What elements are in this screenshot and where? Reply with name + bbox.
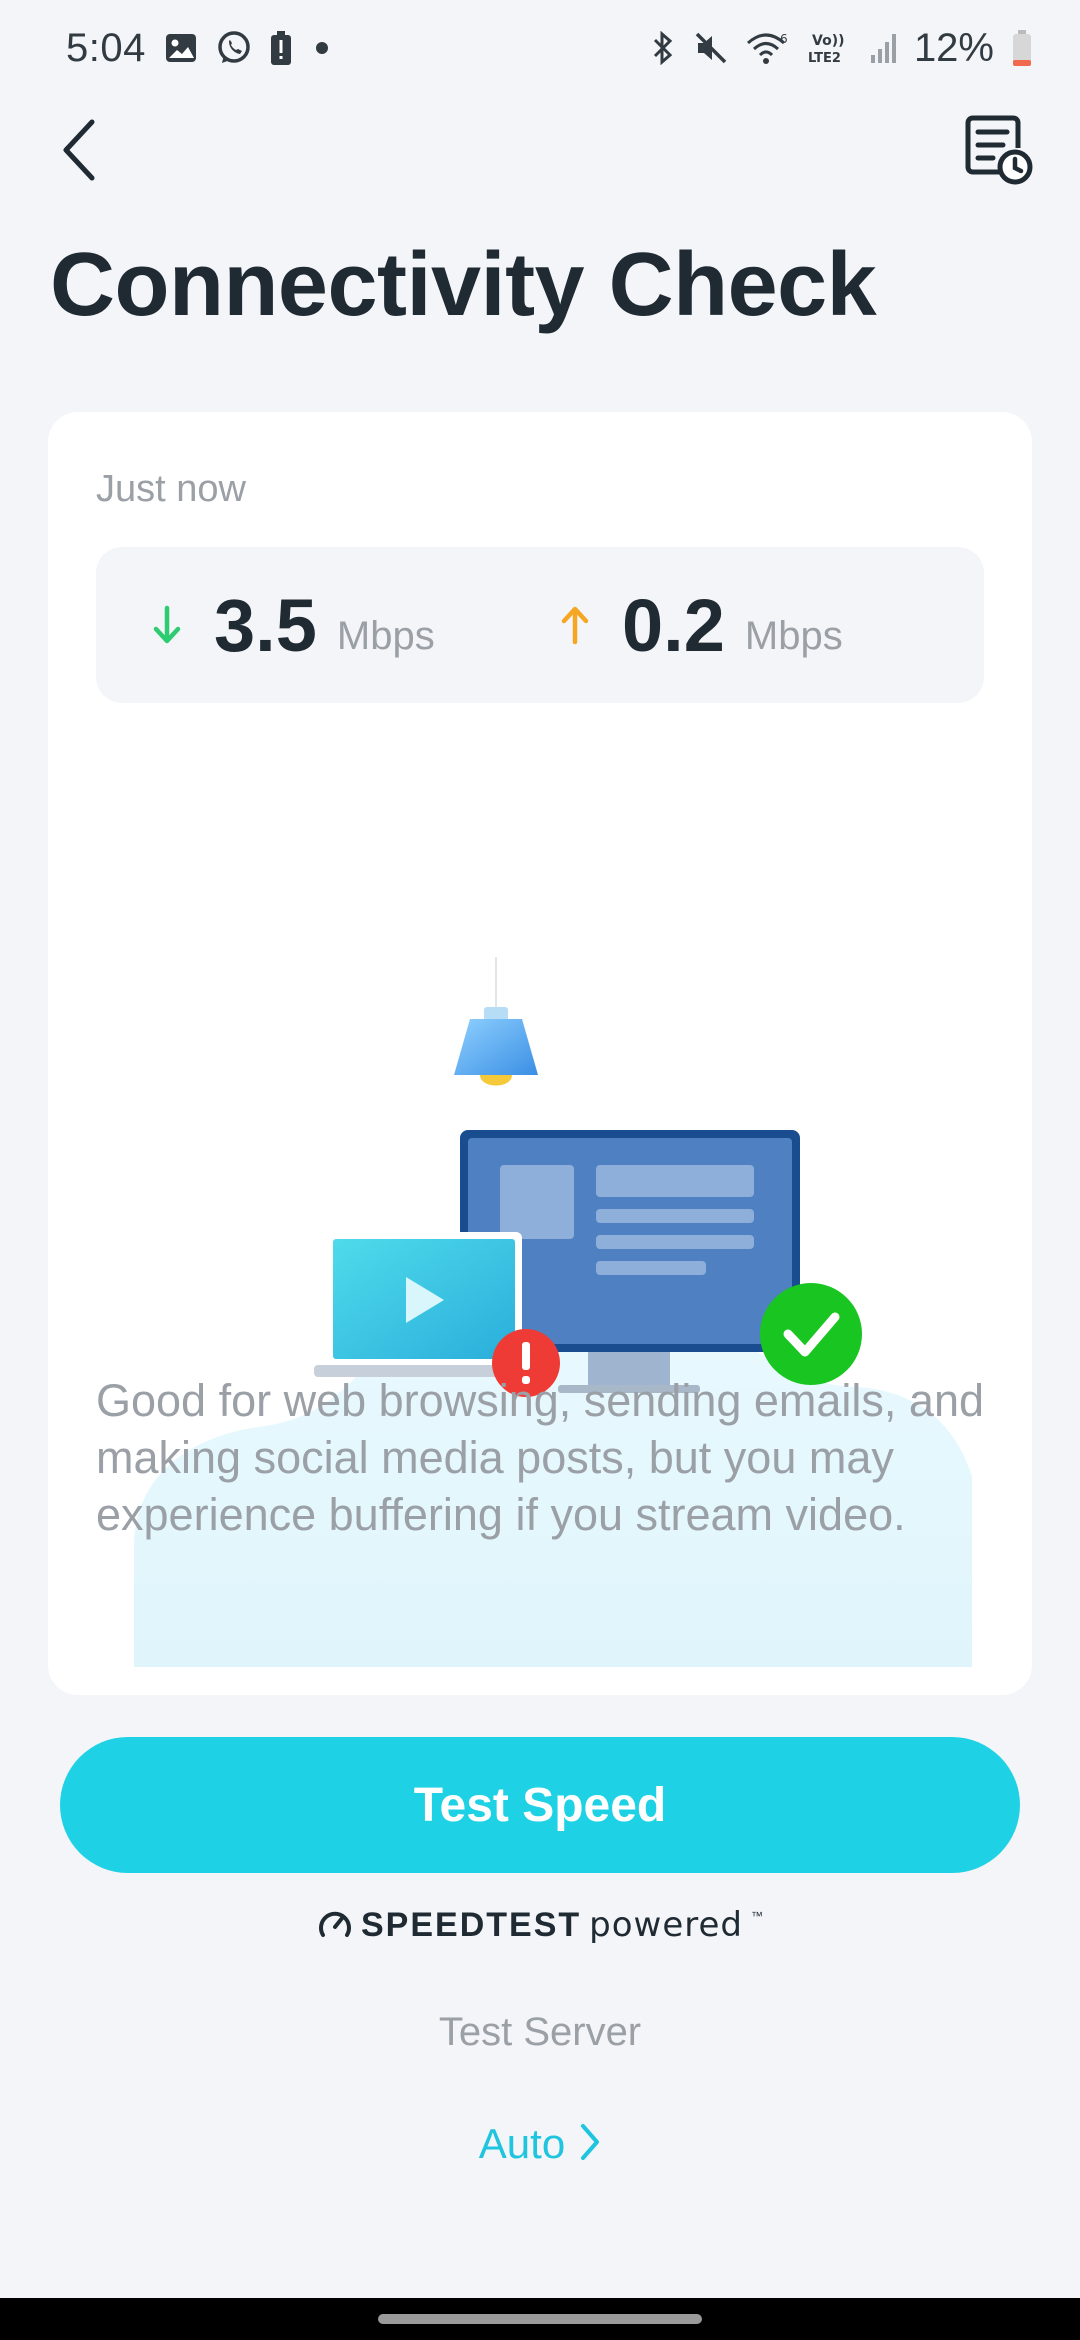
battery-icon <box>1012 30 1032 66</box>
result-description: Good for web browsing, sending emails, a… <box>96 1375 985 1540</box>
status-bar-left: 5:04 <box>66 26 328 71</box>
status-time: 5:04 <box>66 25 146 70</box>
signal-icon <box>870 31 896 65</box>
speedtest-trademark: ™ <box>751 1909 763 1923</box>
status-bar: 5:04 6 Vo)) LTE2 12% <box>0 0 1080 96</box>
history-document-icon <box>963 115 1033 190</box>
svg-text:6: 6 <box>780 32 788 46</box>
upload-arrow-icon <box>561 606 589 645</box>
speed-summary: 3.5 Mbps 0.2 Mbps <box>96 547 984 703</box>
notification-dot <box>315 42 328 54</box>
server-select[interactable]: Auto <box>440 2112 640 2176</box>
speedtest-brand: SPEEDTEST <box>360 1905 582 1944</box>
page-title: Connectivity Check <box>50 235 877 335</box>
back-button[interactable] <box>48 112 108 192</box>
test-speed-button[interactable]: Test Speed <box>60 1737 1020 1873</box>
connectivity-illustration <box>134 957 972 1667</box>
upload-speed: 0.2 Mbps <box>558 547 843 703</box>
result-card: Just now 3.5 Mbps 0.2 Mbps Good for web … <box>48 412 1032 1695</box>
history-button[interactable] <box>958 112 1038 192</box>
bluetooth-icon <box>650 31 676 65</box>
lamp-bulb <box>480 1075 512 1086</box>
download-value: 3.5 <box>214 583 317 667</box>
success-check-icon <box>760 1283 862 1385</box>
chevron-left-icon <box>58 118 98 187</box>
volte-lte2-icon: Vo)) LTE2 <box>808 30 852 66</box>
gallery-icon <box>164 31 198 65</box>
speedtest-gauge-icon <box>317 1907 353 1944</box>
svg-text:LTE2: LTE2 <box>808 51 841 66</box>
server-value: Auto <box>478 2120 566 2167</box>
status-bar-right: 6 Vo)) LTE2 12% <box>650 26 1032 71</box>
mute-icon <box>694 31 728 65</box>
battery-percent: 12% <box>913 25 994 70</box>
whatsapp-icon <box>216 30 252 66</box>
chevron-right-icon <box>579 2123 601 2166</box>
lamp-cap <box>484 1007 508 1021</box>
upload-unit: Mbps <box>744 613 843 658</box>
download-unit: Mbps <box>336 613 435 658</box>
speedtest-powered-logo: SPEEDTEST powered ™ <box>0 1905 1080 1945</box>
wifi-6-icon: 6 <box>746 31 790 65</box>
svg-text:Vo)): Vo)) <box>812 33 844 49</box>
download-speed: 3.5 Mbps <box>150 547 435 703</box>
upload-value: 0.2 <box>622 583 725 667</box>
download-arrow-icon <box>153 605 181 644</box>
speedtest-powered-text: powered <box>589 1905 743 1945</box>
test-server-label: Test Server <box>438 2010 642 2054</box>
home-indicator[interactable] <box>378 2314 702 2324</box>
battery-alert-icon <box>270 31 292 65</box>
lamp-shade <box>454 1019 538 1075</box>
result-timestamp: Just now <box>96 468 246 510</box>
